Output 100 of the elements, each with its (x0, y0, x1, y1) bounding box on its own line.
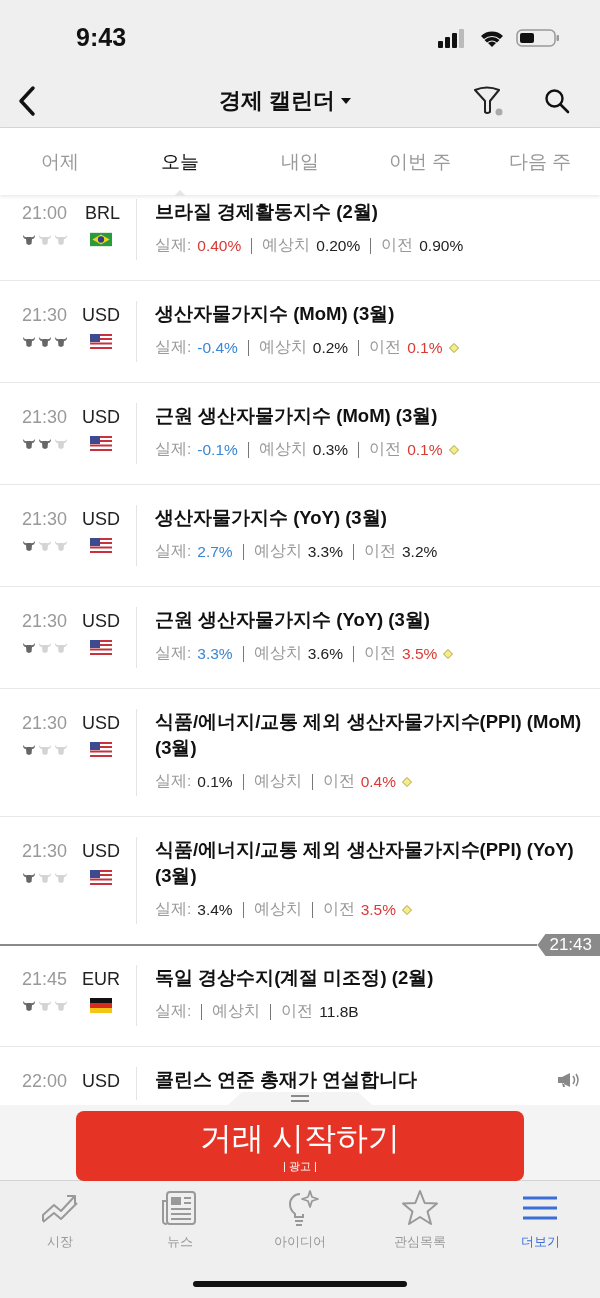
forecast-value: 0.2% (312, 338, 349, 357)
event-title: 생산자물가지수 (MoM) (3월) (155, 302, 396, 326)
forecast-label: 예상치 (253, 899, 302, 919)
previous-label: 이전 (364, 541, 396, 561)
forecast-label: 예상치 (253, 541, 302, 561)
forecast-value: 0.3% (312, 440, 349, 459)
revised-diamond-icon (402, 776, 412, 787)
event-row[interactable]: 21:30 USD 근원 생산자물가지수 (YoY) (3월) 실제: 3.3% 예상치 3.6% 이전 3.5% (0, 587, 600, 689)
revised-diamond-icon (448, 342, 459, 353)
start-trading-button[interactable]: 거래 시작하기 | 광고 | (76, 1111, 524, 1181)
actual-value: -0.1% (197, 440, 238, 459)
event-title: 독일 경상수지(계절 미조정) (2월) (155, 966, 435, 990)
previous-label: 이전 (281, 1001, 314, 1021)
event-row[interactable]: 21:30 USD 생산자물가지수 (MoM) (3월) 실제: -0.4% 예상치 0.2% 이전 0.1% (0, 281, 600, 383)
forecast-label: 예상치 (253, 643, 302, 663)
forecast-label: 예상치 (253, 771, 302, 791)
forecast-value: 3.6% (307, 644, 343, 663)
event-time: 22:00 (22, 1071, 68, 1092)
event-title: 브라질 경제활동지수 (2월) (155, 200, 379, 224)
currency-code: EUR (82, 969, 120, 990)
forecast-label: 예상치 (258, 337, 307, 357)
currency-code: USD (82, 1071, 120, 1092)
forecast-label: 예상치 (262, 235, 311, 255)
previous-value: 3.2% (402, 542, 438, 561)
actual-value: 0.40% (197, 236, 242, 255)
currency-code: USD (82, 509, 120, 530)
screen-title: 경제 캘린더 (218, 87, 336, 115)
actual-label: 실제: (155, 1001, 192, 1021)
previous-label: 이전 (322, 899, 355, 919)
event-title: 콜린스 연준 총재가 연설합니다 (155, 1068, 419, 1092)
actual-label: 실제: (155, 899, 192, 919)
event-title: 근원 생산자물가지수 (YoY) (3월) (155, 608, 431, 632)
previous-label: 이전 (369, 439, 402, 459)
previous-label: 이전 (322, 771, 355, 791)
event-time: 21:30 (22, 841, 68, 862)
ad-label: | 광고 | (283, 1158, 317, 1174)
event-row[interactable]: 21:30 USD 근원 생산자물가지수 (MoM) (3월) 실제: -0.1% 예상치 0.3% 이전 0.1% (0, 383, 600, 485)
forecast-label: 예상치 (212, 1001, 261, 1021)
us-flag-icon (90, 538, 112, 553)
event-time: 21:30 (22, 509, 68, 530)
revised-diamond-icon (402, 904, 412, 915)
previous-value: 0.90% (419, 236, 464, 255)
back-icon[interactable] (16, 85, 38, 117)
event-row[interactable]: 21:30 USD 생산자물가지수 (YoY) (3월) 실제: 2.7% 예상치 3.3% 이전 3.2% (0, 485, 600, 587)
forecast-label: 예상치 (258, 439, 307, 459)
forecast-value: 3.3% (307, 542, 343, 561)
megaphone-icon (556, 1071, 582, 1089)
battery-icon (516, 27, 560, 48)
currency-code: USD (82, 713, 120, 734)
us-flag-icon (90, 640, 112, 655)
caret-icon[interactable] (341, 98, 352, 104)
currency-code: USD (82, 407, 120, 428)
date-tab[interactable]: 오늘 (120, 128, 240, 195)
tab-bar-item[interactable]: 더보기 (480, 1189, 600, 1255)
forecast-value: 0.20% (316, 236, 361, 255)
current-time-badge: 21:43 (537, 934, 600, 956)
event-title: 식품/에너지/교통 제외 생산자물가지수(PPI) (MoM) (3월) (155, 710, 582, 760)
actual-label: 실제: (155, 337, 192, 357)
status-time: 9:43 (76, 23, 128, 52)
previous-value: 11.8B (319, 1002, 359, 1021)
previous-value: 3.5% (360, 900, 396, 919)
event-row[interactable]: 21:00 BRL 브라질 경제활동지수 (2월) 실제: 0.40% 예상치 0.20% 이전 0.90% (0, 195, 600, 281)
currency-code: USD (82, 611, 120, 632)
actual-value: 2.7% (197, 542, 233, 561)
us-flag-icon (90, 436, 112, 451)
event-title: 근원 생산자물가지수 (MoM) (3월) (155, 404, 439, 428)
event-time: 21:30 (22, 611, 68, 632)
event-time: 21:30 (22, 407, 68, 428)
event-time: 21:00 (22, 203, 68, 224)
handle-lines-icon (290, 1094, 310, 1103)
germany-flag-icon (90, 998, 112, 1013)
actual-value: -0.4% (197, 338, 238, 357)
actual-label: 실제: (155, 643, 192, 663)
previous-label: 이전 (364, 643, 396, 663)
event-time: 21:30 (22, 713, 68, 734)
revised-diamond-icon (448, 444, 459, 455)
actual-value: 3.3% (197, 644, 233, 663)
previous-value: 3.5% (402, 644, 438, 663)
actual-label: 실제: (155, 439, 192, 459)
us-flag-icon (90, 870, 112, 885)
us-flag-icon (90, 742, 112, 757)
us-flag-icon (90, 334, 112, 349)
search-icon[interactable] (544, 88, 570, 114)
brazil-flag-icon (90, 232, 112, 247)
currency-code: USD (82, 841, 120, 862)
actual-value: 0.1% (197, 772, 233, 791)
previous-label: 이전 (381, 235, 414, 255)
event-row[interactable]: 21:30 USD 식품/에너지/교통 제외 생산자물가지수(PPI) (MoM) (3월) 실제: 0.1% 예상치 이전 0.4% (0, 689, 600, 817)
event-time: 21:30 (22, 305, 68, 326)
actual-label: 실제: (155, 771, 192, 791)
currency-code: BRL (85, 203, 120, 224)
revised-diamond-icon (443, 648, 454, 659)
event-title: 식품/에너지/교통 제외 생산자물가지수(PPI) (YoY) (3월) (155, 838, 575, 888)
filter-icon[interactable] (472, 86, 504, 116)
event-time: 21:45 (22, 969, 68, 990)
previous-value: 0.4% (360, 772, 396, 791)
star-icon (400, 1189, 440, 1227)
actual-value: 3.4% (197, 900, 233, 919)
previous-label: 이전 (369, 337, 402, 357)
actual-label: 실제: (155, 235, 192, 255)
